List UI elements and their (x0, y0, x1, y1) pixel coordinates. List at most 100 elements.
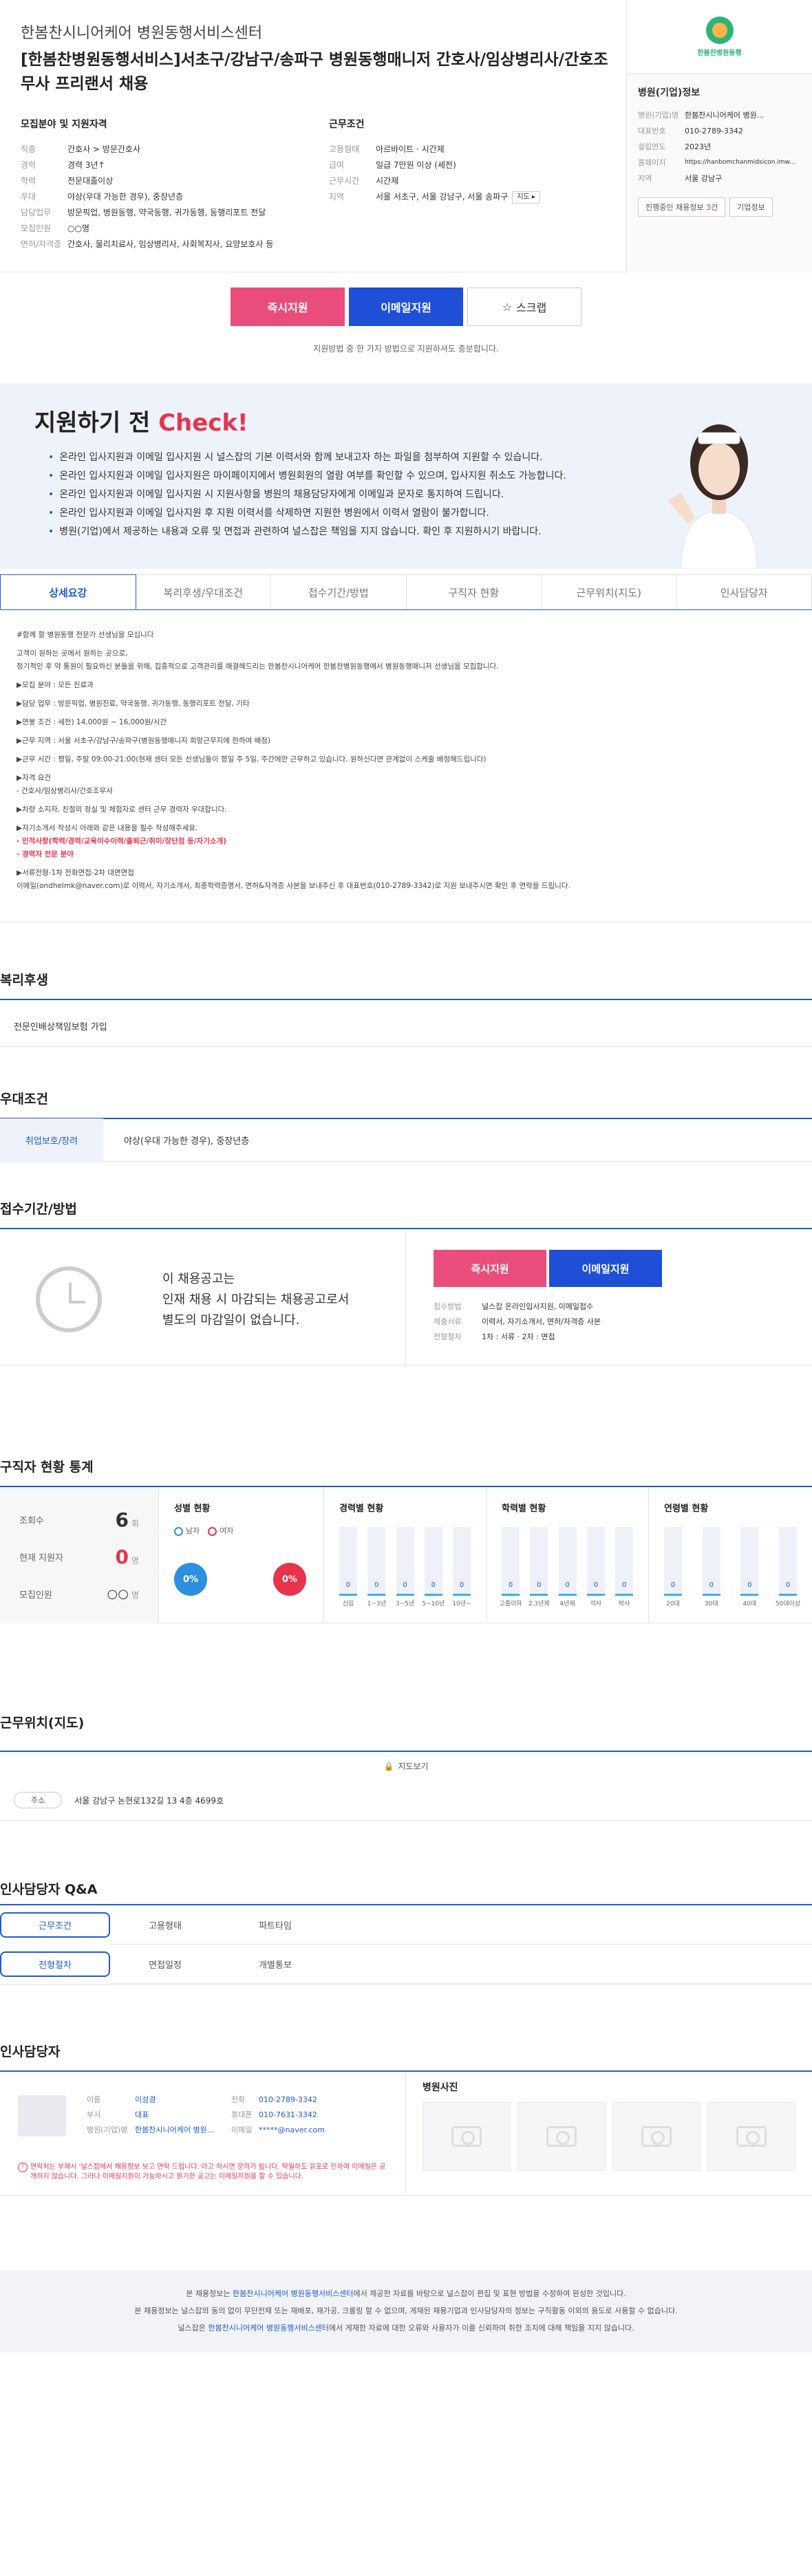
bar: 0 5~10년 (422, 1527, 445, 1608)
jobs-count: 3 (705, 203, 711, 212)
photo-slot[interactable] (423, 2102, 511, 2171)
bar-fill (453, 1594, 471, 1596)
row-key: 고용형태 (329, 144, 360, 154)
logo-mark-icon (705, 17, 734, 44)
qa-cell[interactable]: 전형절차 (0, 1951, 110, 1977)
tab-manager[interactable]: 인사담당자 (676, 574, 812, 609)
row-value[interactable]: 010-7631-3342 (259, 2108, 355, 2123)
camera-icon (641, 2126, 672, 2147)
check-title: 지원하기 전 Check! (34, 404, 248, 437)
bar-label: 3~5년 (395, 1601, 415, 1608)
footer-line: 본 채용정보는 널스잡의 동의 없이 무단전재 또는 재배포, 재가공, 크롤링… (134, 2306, 678, 2315)
recruit-row: 면허/자격증 간호사, 물리치료사, 임상병리사, 사회복지사, 요양보호사 등 (21, 237, 310, 252)
camera-icon (736, 2126, 767, 2147)
row-key: 이름 (87, 2095, 101, 2104)
benefit-title: 복리후생 (0, 973, 48, 988)
row-key: 우대 (21, 192, 36, 202)
company-row: 병원(기업)명 한봄찬시니어케어 병원... (638, 107, 801, 123)
stat-applicants: 현재 지원자 0 명 (19, 1538, 139, 1575)
bar-fill (702, 1594, 720, 1596)
bar-label: 5~10년 (422, 1601, 445, 1608)
bar: 0 1~3년 (367, 1527, 386, 1608)
footer-text: 에서 게재한 자료에 대한 오류와 사용자가 이를 신뢰하여 취한 조치에 대해… (328, 2324, 634, 2333)
bar: 0 10년~ (452, 1527, 471, 1608)
tab-map[interactable]: 근무위치(지도) (542, 574, 677, 609)
photo-title: 병원사진 (423, 2082, 458, 2093)
jobs-label: 진행중인 채용정보 (645, 203, 706, 212)
jobs-suffix: 건 (710, 203, 718, 212)
homepage-link[interactable]: https://hanbomchanmidsicon.imw... (685, 155, 801, 171)
map-view-button[interactable]: 🔒 지도보기 (0, 1760, 812, 1772)
instant-apply-button[interactable]: 즉시지원 (231, 288, 345, 326)
qa-cell[interactable]: 근무조건 (0, 1912, 110, 1938)
camera-icon (451, 2126, 482, 2147)
email-apply-button[interactable]: 이메일지원 (349, 288, 463, 326)
treat-box: 취업보호/장려 야상(우대 가능한 경우), 중장년층 (0, 1118, 812, 1162)
scrap-button[interactable]: ☆ 스크랩 (467, 288, 581, 326)
treat-value: 야상(우대 가능한 경우), 중장년층 (124, 1136, 250, 1147)
row-key: 이메일 (231, 2125, 253, 2134)
bar-fill (664, 1594, 682, 1596)
photo-slot[interactable] (517, 2102, 606, 2171)
ongoing-jobs-button[interactable]: 진행중인 채용정보 3건 (638, 197, 726, 217)
tab-detail[interactable]: 상세요강 (0, 574, 136, 609)
stat-label: 조회수 (19, 1515, 44, 1526)
receive-row: 전형절차 1차 : 서류 · 2차 : 면접 (434, 1330, 784, 1345)
tab-receive[interactable]: 접수기간/방법 (271, 574, 407, 609)
bar-label: 고졸이하 (499, 1601, 522, 1608)
row-value[interactable]: *****@naver.com (259, 2123, 355, 2138)
qa-box: 근무조건 고용형태 파트타임 전형절차 면접일정 개별통보 (0, 1904, 812, 1985)
map-more-button[interactable]: 지도 ▸ (512, 191, 540, 204)
row-value: 한봄찬시니어케어 병원... (135, 2125, 215, 2134)
business-card-icon (18, 2095, 66, 2136)
detail-line: 고객이 원하는 곳에서 원하는 곳으로, (17, 649, 128, 658)
qa-cell (330, 1905, 812, 1945)
check-item: 온라인 입사지원과 이메일 입사지원 후 지원 이력서를 삭제하면 지원한 병원… (48, 504, 566, 523)
row-key: 면허/자격증 (21, 239, 62, 249)
detail-line: #함께 할 병원동행 전문가 선생님을 모십니다 (17, 631, 154, 639)
region-text: 서울 서초구, 서울 강남구, 서울 송파구 (376, 192, 509, 202)
row-value: 2023년 (685, 142, 712, 151)
recruit-section: 모집분야 및 지원자격 직종 간호사 > 방문간호사 경력 경력 3년↑ 학력 전문대… (21, 117, 310, 252)
bar-fill (558, 1594, 577, 1596)
bar-label: 10년~ (452, 1601, 471, 1608)
bar-label: 신입 (342, 1601, 354, 1608)
instant-apply-button[interactable]: 즉시지원 (434, 1250, 546, 1287)
row-value: ○○명 (67, 224, 89, 233)
company-info-button[interactable]: 기업정보 (729, 197, 773, 217)
bar-label: 40대 (742, 1601, 757, 1608)
career-chart: 경력별 현황 0 신입 0 1~3년 0 3~5년 0 5~10년 0 10년~ (323, 1487, 486, 1623)
apply-note: 지원방법 중 한 가지 방법으로 지원하셔도 충분합니다. (313, 344, 499, 354)
row-value: 서울 강남구 (685, 174, 723, 183)
manager-grid: 이름 이성경 전화 010-2789-3342 부서 대표 휴대폰 010-7631-334… (87, 2092, 355, 2138)
detail-line: ▶자기소개서 작성시 아래와 같은 내용을 필수 작성해주세요. (17, 824, 198, 832)
bar-fill (367, 1594, 386, 1596)
job-title: [한봄찬병원동행서비스]서초구/강남구/송파구 병원동행매니저 간호사/임상병리… (21, 51, 608, 93)
age-chart: 연령별 현황 0 20대 0 30대 0 40대 0 50대이상 (648, 1487, 812, 1623)
stats-box: 조회수 6 회 현재 지원자 0 명 모집인원 ○○ 명 성별 현황 남자 여자 0% 0% … (0, 1486, 812, 1623)
photo-slot[interactable] (612, 2102, 701, 2171)
detail-warning: - 인적사항(학력/경력/교육이수이력/출퇴근/취미/장단점 등/자기소개) (17, 837, 227, 845)
detail-line: 정기적인 후 약 통원이 필요하신 분들을 위해, 집중적으로 고객관리를 해결… (17, 662, 499, 671)
footer-company-link[interactable]: 한봄찬시니어케어 병원동행서비스센터 (233, 2289, 354, 2298)
row-key: 담당업무 (21, 208, 52, 217)
bar: 0 30대 (702, 1527, 720, 1608)
detail-body: #함께 할 병원동행 전문가 선생님을 모십니다 고객이 원하는 곳에서 원하는… (0, 623, 812, 922)
detail-warning: - 경력자 전문 분야 (17, 850, 74, 858)
check-item: 병원(기업)에서 제공하는 내용과 오류 및 면접과 관련하여 널스잡은 책임을… (48, 523, 566, 541)
check-list: 온라인 입사지원과 이메일 입사지원 시 널스잡의 기본 이력서와 함께 보내고… (48, 448, 566, 541)
check-title-accent: Check! (158, 409, 248, 437)
photo-slot[interactable] (707, 2102, 795, 2171)
row-value[interactable]: 010-2789-3342 (259, 2092, 355, 2108)
detail-tabs: 상세요강 복리후생/우대조건 접수기간/방법 구직자 현황 근무위치(지도) 인… (0, 574, 812, 610)
email-apply-button[interactable]: 이메일지원 (549, 1250, 662, 1287)
row-key: 휴대폰 (231, 2110, 253, 2119)
tab-benefits[interactable]: 복리후생/우대조건 (136, 574, 271, 609)
row-value: 서울 서초구, 서울 강남구, 서울 송파구 지도 ▸ (376, 189, 618, 205)
company-name[interactable]: 한봄찬시니어케어 병원동행서비스센터 (21, 21, 606, 43)
lock-icon: 🔒 (383, 1762, 394, 1771)
company-logo[interactable]: 한봄찬병원동행 (627, 0, 812, 74)
row-value: 야상(우대 가능한 경우), 중장년층 (67, 192, 184, 202)
footer-company-link[interactable]: 한봄찬시니어케어 병원동행서비스센터 (208, 2324, 329, 2333)
tab-stats[interactable]: 구직자 현황 (406, 574, 542, 609)
